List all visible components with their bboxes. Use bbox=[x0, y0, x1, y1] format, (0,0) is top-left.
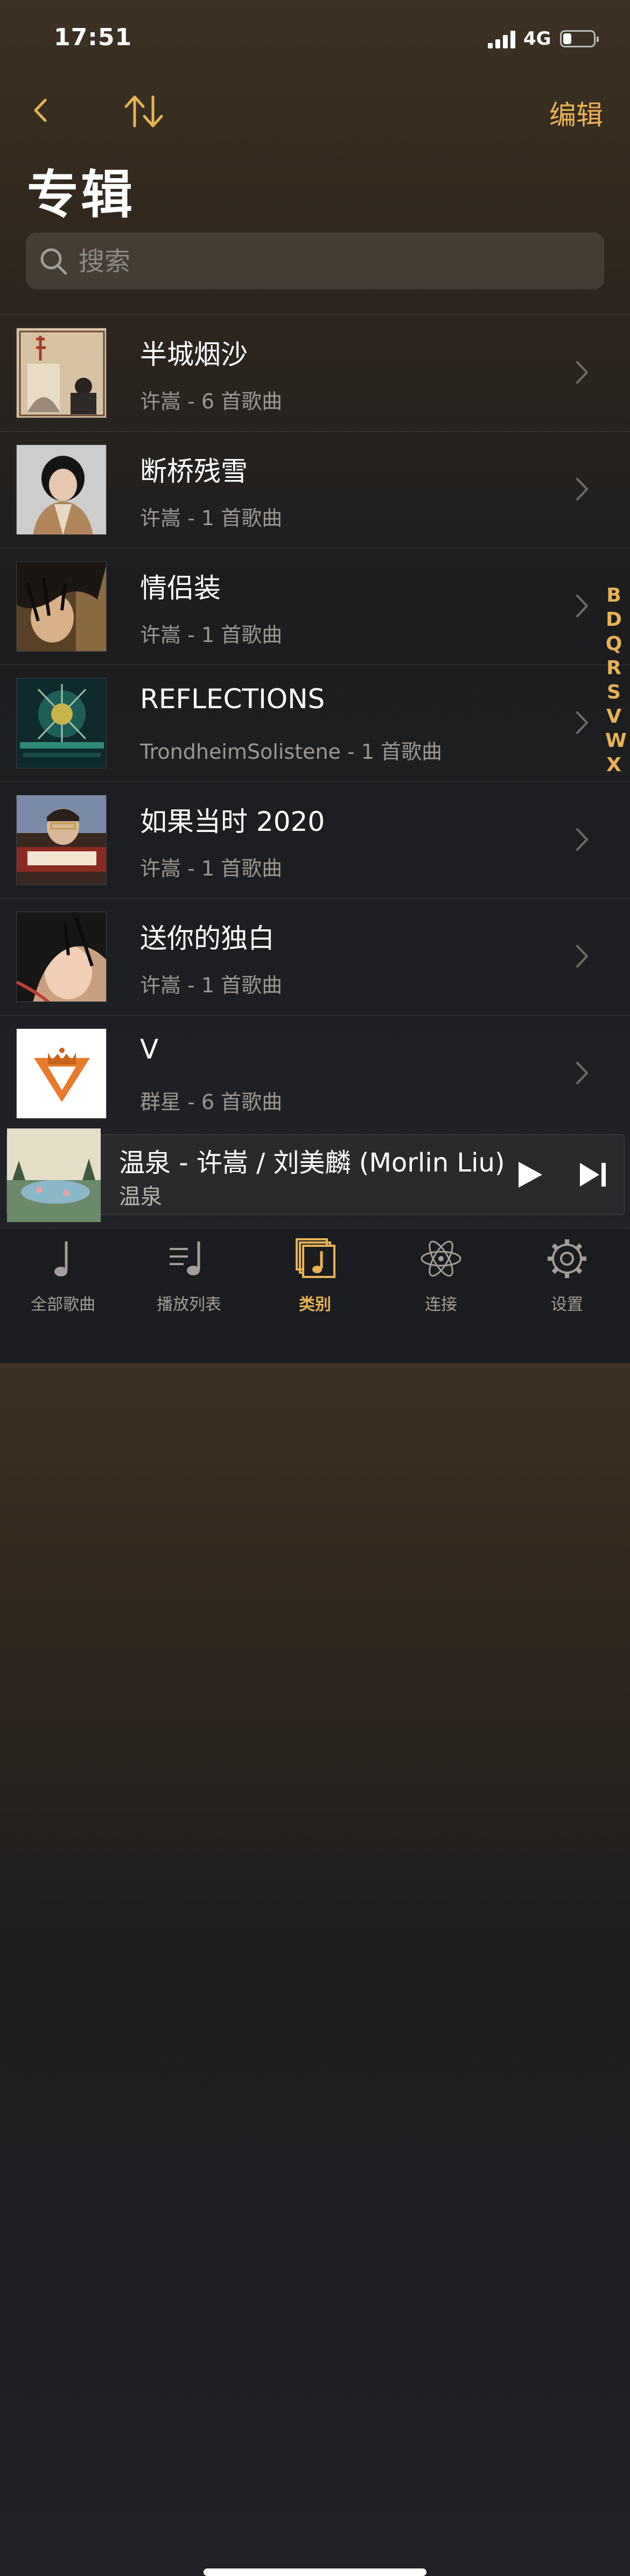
album-cover bbox=[16, 912, 107, 1002]
tab-label: 全部歌曲 bbox=[31, 1295, 95, 1314]
network-label: 4G bbox=[523, 28, 551, 50]
tab-categories[interactable]: 类别 bbox=[252, 1237, 378, 1318]
album-subtitle: 许嵩 - 1 首歌曲 bbox=[140, 506, 283, 530]
album-row[interactable]: 送你的独白 许嵩 - 1 首歌曲 bbox=[0, 898, 630, 1015]
playlist-icon bbox=[170, 1241, 200, 1275]
alphabet-index[interactable]: B D Q R S V W X bbox=[605, 583, 627, 777]
album-cover bbox=[16, 328, 107, 418]
album-list: 半城烟沙 许嵩 - 6 首歌曲 断桥残雪 许嵩 - 1 首歌曲 情侣装 许嵩 -… bbox=[0, 314, 630, 1132]
chevron-right-icon bbox=[576, 828, 588, 851]
index-letter[interactable]: X bbox=[605, 753, 622, 777]
album-cover bbox=[16, 1028, 107, 1119]
index-letter[interactable]: S bbox=[605, 680, 622, 704]
search-icon bbox=[40, 248, 67, 275]
music-note-icon bbox=[54, 1241, 68, 1276]
edit-button[interactable]: 编辑 bbox=[549, 94, 603, 132]
search-bar[interactable] bbox=[26, 232, 604, 290]
album-subtitle: TrondheimSolistene - 1 首歌曲 bbox=[140, 740, 443, 764]
chevron-right-icon bbox=[576, 945, 588, 968]
now-playing-album: 温泉 bbox=[119, 1184, 162, 1209]
index-letter[interactable]: B bbox=[605, 583, 622, 608]
status-time: 17:51 bbox=[54, 24, 132, 51]
tab-label: 设置 bbox=[551, 1295, 583, 1314]
play-icon[interactable] bbox=[513, 1159, 545, 1191]
index-letter[interactable]: W bbox=[605, 729, 627, 753]
index-letter[interactable]: D bbox=[605, 608, 622, 632]
chevron-left-icon[interactable] bbox=[27, 97, 54, 124]
tab-bar: 全部歌曲 播放列表 类别 连接 设置 bbox=[0, 1228, 630, 2576]
album-row[interactable]: 半城烟沙 许嵩 - 6 首歌曲 bbox=[0, 314, 630, 431]
index-letter[interactable]: Q bbox=[605, 632, 622, 656]
album-row[interactable]: V 群星 - 6 首歌曲 bbox=[0, 1015, 630, 1132]
tab-label: 播放列表 bbox=[157, 1295, 221, 1314]
now-playing-cover bbox=[7, 1128, 101, 1222]
nav-bar: 编辑 bbox=[0, 86, 630, 135]
album-title: 如果当时 2020 bbox=[140, 806, 325, 837]
album-cover bbox=[16, 678, 107, 768]
album-subtitle: 群星 - 6 首歌曲 bbox=[140, 1090, 283, 1114]
gear-icon bbox=[548, 1239, 586, 1278]
page-title: 专辑 bbox=[27, 165, 135, 225]
mini-player[interactable]: 温泉 - 许嵩 / 刘美麟 (Morlin Liu) 温泉 bbox=[6, 1128, 625, 1222]
atom-icon bbox=[421, 1240, 461, 1277]
tab-connect[interactable]: 连接 bbox=[378, 1237, 504, 1318]
album-subtitle: 许嵩 - 1 首歌曲 bbox=[140, 857, 283, 880]
tab-label: 连接 bbox=[425, 1295, 457, 1314]
tab-all-songs[interactable]: 全部歌曲 bbox=[0, 1237, 126, 1318]
album-row[interactable]: 断桥残雪 许嵩 - 1 首歌曲 bbox=[0, 431, 630, 548]
battery-icon bbox=[560, 30, 599, 47]
tab-label: 类别 bbox=[299, 1295, 331, 1314]
album-title: 半城烟沙 bbox=[140, 339, 248, 370]
album-title: 断桥残雪 bbox=[140, 456, 248, 487]
search-input[interactable] bbox=[78, 242, 564, 281]
home-indicator bbox=[204, 2568, 426, 2576]
status-bar: 17:51 4G bbox=[0, 0, 630, 75]
chevron-right-icon bbox=[576, 361, 588, 384]
album-title: REFLECTIONS bbox=[140, 683, 325, 715]
album-row[interactable]: 情侣装 许嵩 - 1 首歌曲 bbox=[0, 548, 630, 665]
skip-next-icon[interactable] bbox=[578, 1159, 609, 1191]
category-icon bbox=[296, 1238, 335, 1278]
album-title: V bbox=[140, 1034, 159, 1065]
album-row[interactable]: REFLECTIONS TrondheimSolistene - 1 首歌曲 bbox=[0, 665, 630, 781]
chevron-right-icon bbox=[576, 1062, 588, 1084]
signal-icon bbox=[488, 30, 516, 48]
album-title: 情侣装 bbox=[140, 573, 221, 604]
tab-playlists[interactable]: 播放列表 bbox=[126, 1237, 252, 1318]
album-row[interactable]: 如果当时 2020 许嵩 - 1 首歌曲 bbox=[0, 781, 630, 898]
album-cover bbox=[16, 561, 107, 652]
chevron-right-icon bbox=[576, 595, 588, 617]
album-subtitle: 许嵩 - 1 首歌曲 bbox=[140, 623, 283, 647]
tab-settings[interactable]: 设置 bbox=[504, 1237, 630, 1318]
album-title: 送你的独白 bbox=[140, 923, 275, 954]
album-subtitle: 许嵩 - 6 首歌曲 bbox=[140, 390, 283, 413]
album-subtitle: 许嵩 - 1 首歌曲 bbox=[140, 973, 283, 997]
album-cover bbox=[16, 444, 107, 535]
index-letter[interactable]: R bbox=[605, 656, 622, 680]
sort-arrows-icon[interactable] bbox=[123, 94, 166, 129]
index-letter[interactable]: V bbox=[605, 704, 622, 729]
album-cover bbox=[16, 795, 107, 885]
now-playing-title: 温泉 - 许嵩 / 刘美麟 (Morlin Liu) bbox=[119, 1148, 505, 1178]
chevron-right-icon bbox=[576, 711, 588, 734]
chevron-right-icon bbox=[576, 478, 588, 500]
